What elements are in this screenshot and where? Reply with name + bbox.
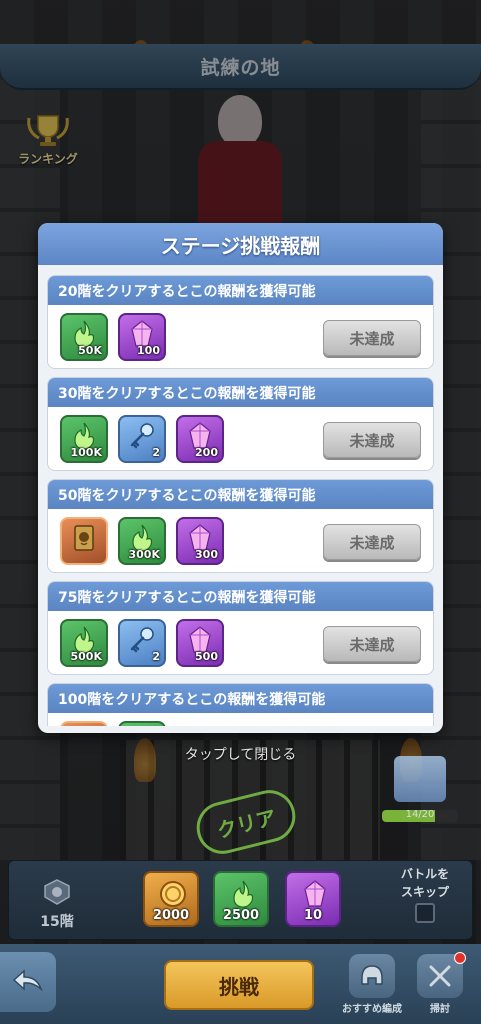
skip-battle-toggle[interactable]: バトルを スキップ: [390, 865, 460, 923]
modal-title: ステージ挑戦報酬: [160, 233, 321, 258]
reward-caption-bar: 30階をクリアするとこの報酬を獲得可能: [48, 378, 433, 407]
helmet-icon: [349, 954, 395, 998]
sweep-button[interactable]: 掃討: [404, 952, 476, 1015]
status-button[interactable]: 未達成: [323, 626, 421, 662]
gold-coin-icon: [160, 881, 186, 907]
item-quantity: 100K: [70, 446, 103, 459]
green-flame-item[interactable]: 100K: [60, 415, 108, 463]
treasure-chest-icon[interactable]: [394, 756, 446, 802]
green-flame-item[interactable]: 300K: [118, 517, 166, 565]
recommended-team-button[interactable]: おすすめ編成: [336, 954, 408, 1015]
challenge-button[interactable]: 挑戦: [164, 960, 314, 1010]
gold-card-item[interactable]: [60, 517, 108, 565]
rose-emblem-icon: [44, 879, 70, 905]
chest-progress-bar: 14/20: [382, 810, 458, 822]
reward-caption: 75階をクリアするとこの報酬を獲得可能: [58, 589, 316, 606]
skip-label-line1: バトルを: [400, 867, 450, 881]
reward-caption: 50階をクリアするとこの報酬を獲得可能: [58, 487, 316, 504]
back-button[interactable]: [0, 952, 56, 1012]
item-quantity: 2: [152, 446, 160, 459]
reward-caption: 20階をクリアするとこの報酬を獲得可能: [58, 283, 316, 300]
item-quantity: 300: [195, 548, 218, 561]
chest-progress-text: 14/20: [405, 810, 435, 820]
green-flame-cost[interactable]: 2500: [213, 871, 269, 927]
reward-caption-bar: 20階をクリアするとこの報酬を獲得可能: [48, 276, 433, 305]
status-button[interactable]: 未達成: [323, 422, 421, 458]
reward-card-20: 20階をクリアするとこの報酬を獲得可能 50K 100 未達成: [47, 275, 434, 369]
floor-badge: 15階: [29, 877, 85, 931]
green-flame-item[interactable]: [118, 721, 166, 726]
status-button[interactable]: 未達成: [323, 320, 421, 356]
notification-dot: [454, 952, 466, 964]
skip-label-line2: スキップ: [400, 885, 449, 899]
floor-number: 15階: [40, 914, 74, 930]
cost-value: 10: [303, 908, 323, 923]
reward-card-50: 50階をクリアするとこの報酬を獲得可能 300K 300 未達成: [47, 479, 434, 573]
purple-crystal-item[interactable]: 500: [176, 619, 224, 667]
green-flame-item[interactable]: 50K: [60, 313, 108, 361]
reward-card-100: 100階をクリアするとこの報酬を獲得可能: [47, 683, 434, 726]
item-quantity: 2: [152, 650, 160, 663]
back-arrow-icon: [12, 969, 43, 992]
reward-card-75: 75階をクリアするとこの報酬を獲得可能 500K 2 500 未達成: [47, 581, 434, 675]
status-button[interactable]: 未達成: [323, 524, 421, 560]
cost-value: 2000: [152, 908, 190, 923]
stage-reward-modal: ステージ挑戦報酬 20階をクリアするとこの報酬を獲得可能 50K 100 未達成: [38, 223, 443, 733]
reward-card-30: 30階をクリアするとこの報酬を獲得可能 100K 2 200 未達成: [47, 377, 434, 471]
item-quantity: 500K: [70, 650, 103, 663]
item-quantity: 200: [195, 446, 218, 459]
gold-card-item[interactable]: [60, 721, 108, 726]
item-quantity: 100: [137, 344, 160, 357]
bottom-nav: 挑戦 おすすめ編成 掃討: [0, 944, 481, 1024]
purple-crystal-icon: [304, 880, 326, 907]
gold-card-icon: [74, 525, 94, 551]
purple-crystal-item[interactable]: 300: [176, 517, 224, 565]
modal-header: ステージ挑戦報酬: [38, 223, 443, 265]
blue-key-item[interactable]: 2: [118, 619, 166, 667]
purple-crystal-cost[interactable]: 10: [285, 871, 341, 927]
item-quantity: 300K: [128, 548, 161, 561]
item-quantity: 500: [195, 650, 218, 663]
sweep-label: 掃討: [430, 1004, 450, 1015]
skip-checkbox[interactable]: [415, 903, 435, 923]
green-flame-item[interactable]: 500K: [60, 619, 108, 667]
item-quantity: 50K: [78, 344, 102, 357]
gold-coin-cost[interactable]: 2000: [143, 871, 199, 927]
reward-caption-bar: 75階をクリアするとこの報酬を獲得可能: [48, 582, 433, 611]
cost-value: 2500: [222, 908, 260, 923]
purple-crystal-item[interactable]: 200: [176, 415, 224, 463]
purple-crystal-item[interactable]: 100: [118, 313, 166, 361]
reward-caption-bar: 50階をクリアするとこの報酬を獲得可能: [48, 480, 433, 509]
blue-key-item[interactable]: 2: [118, 415, 166, 463]
recommended-team-label: おすすめ編成: [342, 1004, 402, 1015]
reward-caption: 100階をクリアするとこの報酬を獲得可能: [58, 691, 326, 708]
reward-caption-bar: 100階をクリアするとこの報酬を獲得可能: [48, 684, 433, 713]
reward-caption: 30階をクリアするとこの報酬を獲得可能: [58, 385, 316, 402]
green-flame-icon: [233, 880, 254, 908]
reward-list[interactable]: 20階をクリアするとこの報酬を獲得可能 50K 100 未達成 30階をクリアす…: [38, 271, 443, 726]
stage-info-bar: 15階 2000 2500 10 バトルを スキップ: [8, 860, 473, 940]
